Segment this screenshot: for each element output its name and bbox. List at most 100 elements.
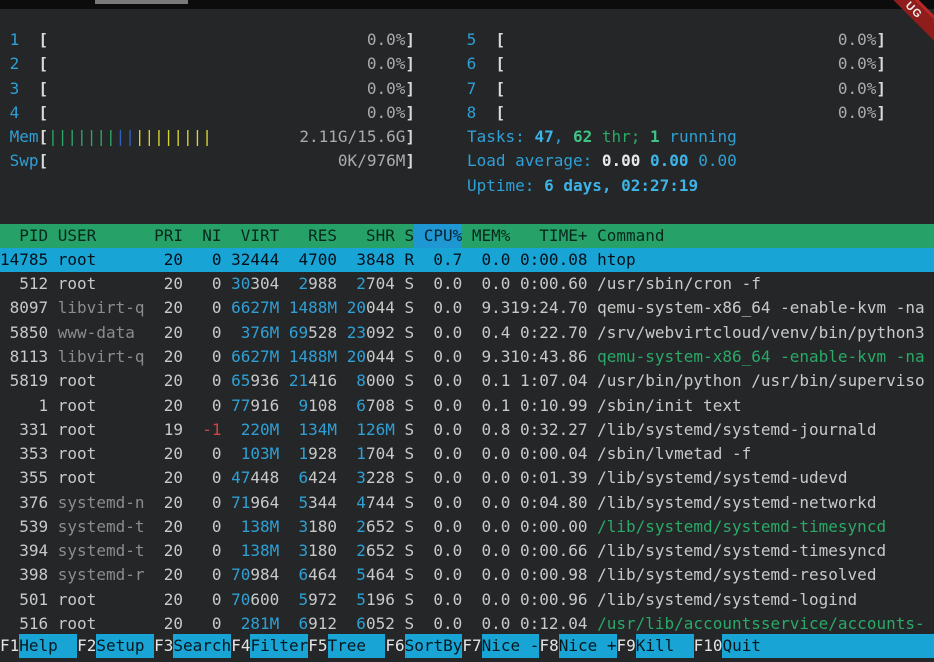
cell-time: 19:24.70 — [510, 296, 587, 320]
function-key-button[interactable]: Filter — [250, 634, 308, 658]
function-key-number[interactable]: F10 — [694, 634, 723, 658]
header-cpu-sort-column[interactable]: CPU% — [424, 224, 463, 248]
cell-cpu: 0.0 — [424, 612, 463, 635]
function-key-button[interactable]: Search — [173, 634, 231, 658]
header-pid[interactable]: PID — [0, 224, 48, 248]
meter-fill: ||||||||||||||||| — [48, 125, 299, 149]
cell-ni: 0 — [193, 345, 222, 369]
header-pri[interactable]: PRI — [154, 224, 183, 248]
cell-shr: 3228 — [347, 466, 395, 490]
process-row[interactable]: 501 root 20 0 70600 5972 5196 S 0.0 0.00… — [0, 588, 934, 612]
header-mem[interactable]: MEM% — [472, 224, 511, 248]
meter-fill — [505, 52, 838, 76]
process-row[interactable]: 5850 www-data 20 0 376M 69528 23092 S 0.… — [0, 321, 934, 345]
process-row[interactable]: 512 root 20 0 30304 2988 2704 S 0.0 0.00… — [0, 272, 934, 296]
process-row[interactable]: 376 systemd-n 20 0 71964 5344 4744 S 0.0… — [0, 491, 934, 515]
tasks-line: Tasks: 47, 62 thr; 1 running — [467, 125, 737, 149]
cpu-meter: 2[0.0%] — [0, 52, 415, 76]
process-row[interactable]: 331 root 19 -1 220M 134M 126M S 0.0 0.80… — [0, 418, 934, 442]
cell-command: /sbin/init text — [597, 394, 934, 418]
load-5min: 0.00 — [650, 151, 698, 170]
function-key-number[interactable]: F2 — [77, 634, 96, 658]
cell-pri: 20 — [154, 491, 183, 515]
process-row[interactable]: 8097 libvirt-q 20 0 6627M 1488M 20044 S … — [0, 296, 934, 320]
function-key-number[interactable]: F8 — [539, 634, 558, 658]
cell-user: www-data — [58, 321, 145, 345]
cpu-meter-label: 5 — [467, 28, 496, 52]
meter-open-bracket: [ — [39, 149, 49, 173]
cell-virt: 6627M — [231, 345, 279, 369]
meter-fill — [505, 101, 838, 125]
load-label: Load average: — [467, 151, 602, 170]
tasks-label: Tasks: — [467, 127, 534, 146]
process-row[interactable]: 394 systemd-t 20 0 138M 3180 2652 S 0.0 … — [0, 539, 934, 563]
function-key-number[interactable]: F9 — [617, 634, 636, 658]
process-row[interactable]: 5819 root 20 0 65936 21416 8000 S 0.0 0.… — [0, 369, 934, 393]
header-command[interactable]: Command — [597, 224, 934, 248]
function-key-button[interactable]: SortBy — [405, 634, 463, 658]
cell-ni: 0 — [193, 466, 222, 490]
process-row[interactable]: 353 root 20 0 103M 1928 1704 S 0.0 0.00:… — [0, 442, 934, 466]
window-tab-remnant[interactable] — [95, 0, 188, 4]
meter-close-bracket: ] — [876, 101, 886, 125]
cell-state: S — [404, 588, 414, 612]
function-key-button[interactable]: Help — [19, 634, 77, 658]
header-virt[interactable]: VIRT — [231, 224, 279, 248]
cell-command: /lib/systemd/systemd-networkd — [597, 491, 934, 515]
function-key-number[interactable]: F4 — [231, 634, 250, 658]
cell-pid: 501 — [0, 588, 48, 612]
function-key-number[interactable]: F7 — [462, 634, 481, 658]
function-key-number[interactable]: F6 — [385, 634, 404, 658]
cell-user: systemd-t — [58, 515, 145, 539]
meter-open-bracket: [ — [496, 28, 506, 52]
cell-res: 1928 — [289, 442, 337, 466]
function-key-number[interactable]: F5 — [308, 634, 327, 658]
meter-fill — [48, 149, 338, 173]
cell-res: 134M — [289, 418, 337, 442]
process-row[interactable]: 539 systemd-t 20 0 138M 3180 2652 S 0.0 … — [0, 515, 934, 539]
header-state[interactable]: S — [404, 224, 414, 248]
meter-bar-segment: ||||||| — [48, 127, 115, 146]
cell-pri: 20 — [154, 272, 183, 296]
header-res[interactable]: RES — [289, 224, 337, 248]
process-row[interactable]: 398 systemd-r 20 0 70984 6464 5464 S 0.0… — [0, 563, 934, 587]
cell-mem: 0.1 — [472, 369, 511, 393]
header-user[interactable]: USER — [58, 224, 145, 248]
function-key-button[interactable]: Quit — [722, 634, 934, 658]
function-key-button[interactable]: Nice + — [559, 634, 617, 658]
cell-shr: 5196 — [347, 588, 395, 612]
process-row[interactable]: 14785 root 20 0 32444 4700 3848 R 0.7 0.… — [0, 248, 934, 272]
function-key-button[interactable]: Setup — [96, 634, 154, 658]
function-key-number[interactable]: F1 — [0, 634, 19, 658]
header-time[interactable]: TIME+ — [510, 224, 587, 248]
cell-virt: 103M — [231, 442, 279, 466]
header-ni[interactable]: NI — [193, 224, 222, 248]
process-row[interactable]: 1 root 20 0 77916 9108 6708 S 0.0 0.10:1… — [0, 394, 934, 418]
cell-time: 0:00.98 — [510, 563, 587, 587]
cell-pid: 398 — [0, 563, 48, 587]
cell-mem: 0.0 — [472, 539, 511, 563]
cell-ni: 0 — [193, 296, 222, 320]
cpu-meter-value: 0.0% — [838, 101, 877, 125]
function-key-button[interactable]: Kill — [636, 634, 694, 658]
process-row[interactable]: 8113 libvirt-q 20 0 6627M 1488M 20044 S … — [0, 345, 934, 369]
header-shr[interactable]: SHR — [347, 224, 395, 248]
cell-command: /lib/systemd/systemd-timesyncd — [597, 515, 934, 539]
meter-open-bracket: [ — [496, 101, 506, 125]
function-key-button[interactable]: Nice - — [482, 634, 540, 658]
cell-command: /lib/systemd/systemd-resolved — [597, 563, 934, 587]
function-key-number[interactable]: F3 — [154, 634, 173, 658]
cell-pri: 20 — [154, 394, 183, 418]
process-row[interactable]: 516 root 20 0 281M 6912 6052 S 0.0 0.00:… — [0, 612, 934, 635]
cell-pid: 394 — [0, 539, 48, 563]
cell-ni: 0 — [193, 248, 222, 272]
cell-mem: 0.0 — [472, 466, 511, 490]
cell-ni: 0 — [193, 539, 222, 563]
function-key-button[interactable]: Tree — [328, 634, 386, 658]
cell-pid: 331 — [0, 418, 48, 442]
cell-mem: 0.0 — [472, 248, 511, 272]
cell-command: htop — [597, 248, 934, 272]
process-row[interactable]: 355 root 20 0 47448 6424 3228 S 0.0 0.00… — [0, 466, 934, 490]
cell-virt: 65936 — [231, 369, 279, 393]
cell-cpu: 0.0 — [424, 418, 463, 442]
